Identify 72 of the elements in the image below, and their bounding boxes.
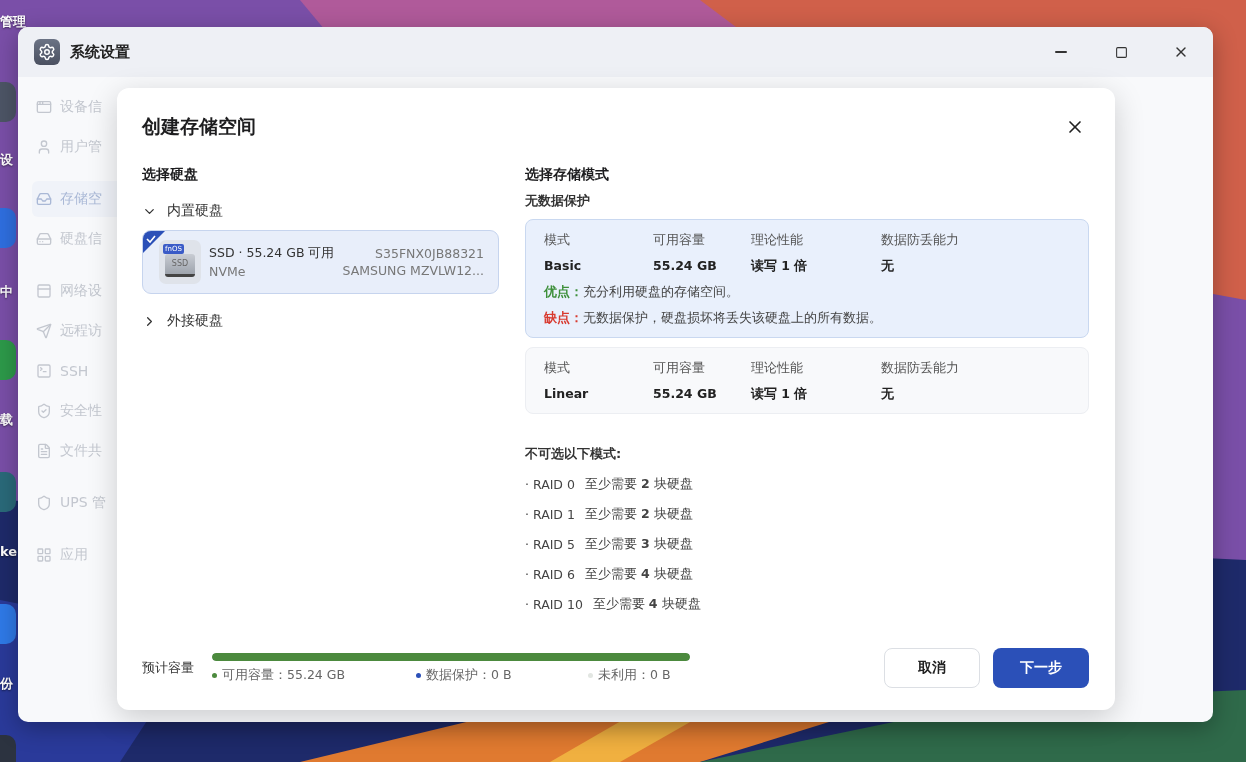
mode-column-label: 模式	[544, 360, 571, 377]
mode-column-label: 可用容量	[653, 232, 706, 249]
mode-value: 读写 1 倍	[751, 258, 809, 275]
shield-check-icon	[36, 403, 52, 419]
disk-model: SAMSUNG MZVLW12...	[342, 263, 484, 278]
unavailable-title: 不可选以下模式:	[525, 445, 623, 463]
mode-value: 55.24 GB	[653, 386, 718, 403]
minimize-icon	[1055, 51, 1067, 53]
terminal-icon	[36, 363, 52, 379]
desktop-icon-label: 载	[0, 412, 13, 428]
window-icon	[36, 99, 52, 115]
desktop-icon-label: 设	[0, 152, 13, 168]
desktop-icon-label: 管理	[0, 14, 26, 30]
next-button[interactable]: 下一步	[993, 648, 1089, 688]
mode-value: 55.24 GB	[653, 258, 718, 275]
disk-group-toggle[interactable]: 内置硬盘	[142, 198, 499, 224]
document-icon	[36, 443, 52, 459]
legend-text: 数据保护：0 B	[426, 666, 512, 684]
mode-column-label: 理论性能	[751, 360, 804, 377]
cons-text: 无数据保护，硬盘损坏将丢失该硬盘上的所有数据。	[583, 310, 882, 327]
dialog-title: 创建存储空间	[142, 114, 256, 139]
desktop-icon-label: 中	[0, 284, 13, 300]
mode-column-label: 可用容量	[653, 360, 706, 377]
raid-mode: · RAID 0	[525, 476, 575, 492]
mode-card[interactable]: 模式 可用容量 理论性能 数据防丢能力 Linear 55.24 GB 读写 1 倍 无	[525, 347, 1089, 414]
section-title: 选择硬盘	[142, 166, 199, 184]
mode-value: 无	[881, 386, 895, 403]
shield-icon	[36, 495, 52, 511]
disk-group-toggle[interactable]: 外接硬盘	[142, 308, 499, 334]
cancel-button[interactable]: 取消	[884, 648, 980, 688]
disk-group-label: 内置硬盘	[167, 202, 223, 220]
cons-label: 缺点：	[544, 310, 583, 327]
pros-label: 优点：	[544, 284, 583, 301]
mode-column-label: 理论性能	[751, 232, 804, 249]
mode-column-label: 数据防丢能力	[881, 360, 960, 377]
gear-icon	[34, 39, 60, 65]
mode-value: 无	[881, 258, 895, 275]
hard-drive-icon	[36, 231, 52, 247]
legend-text: 未利用：0 B	[598, 666, 671, 684]
raid-mode: · RAID 6	[525, 566, 575, 582]
mode-value: Linear	[544, 386, 590, 403]
mode-value: Basic	[544, 258, 583, 275]
raid-requirement: 至少需要 3 块硬盘	[584, 535, 693, 553]
pros-text: 充分利用硬盘的存储空间。	[583, 284, 739, 301]
raid-requirement: 至少需要 2 块硬盘	[584, 505, 693, 523]
disk-serial: S35FNX0JB88321	[375, 246, 484, 261]
maximize-icon	[1114, 45, 1128, 59]
raid-requirement: 至少需要 4 块硬盘	[592, 595, 701, 613]
user-icon	[36, 139, 52, 155]
section-title: 选择存储模式	[525, 166, 610, 184]
panel-icon	[36, 283, 52, 299]
inbox-icon	[36, 191, 52, 207]
mode-card[interactable]: 模式 可用容量 理论性能 数据防丢能力 Basic 55.24 GB 读写 1 倍 无 优点：充分利用硬盘的存储空间。 缺点：无数据保护，硬盘损坏将丢失该硬盘上的所有数据。	[525, 219, 1089, 338]
legend-text: 可用容量：55.24 GB	[222, 666, 346, 684]
desktop-icon-label: 份	[0, 676, 13, 692]
disk-interface: NVMe	[209, 264, 247, 279]
send-icon	[36, 323, 52, 339]
raid-mode: · RAID 5	[525, 536, 575, 552]
raid-requirement: 至少需要 2 块硬盘	[584, 475, 693, 493]
mode-column-label: 模式	[544, 232, 571, 249]
desktop-icon-label: ke	[0, 544, 18, 560]
disk-group-label: 外接硬盘	[167, 312, 223, 330]
window-title: 系统设置	[70, 42, 131, 62]
grid-icon	[36, 547, 52, 563]
raid-requirement: 至少需要 4 块硬盘	[584, 565, 693, 583]
raid-mode: · RAID 1	[525, 506, 575, 522]
mode-value: 读写 1 倍	[751, 386, 809, 403]
disk-name: SSD · 55.24 GB 可用	[209, 245, 335, 262]
raid-mode: · RAID 10	[525, 596, 583, 612]
estimated-capacity-label: 预计容量	[142, 659, 194, 677]
mode-group-title: 无数据保护	[525, 192, 591, 210]
mode-column-label: 数据防丢能力	[881, 232, 960, 249]
